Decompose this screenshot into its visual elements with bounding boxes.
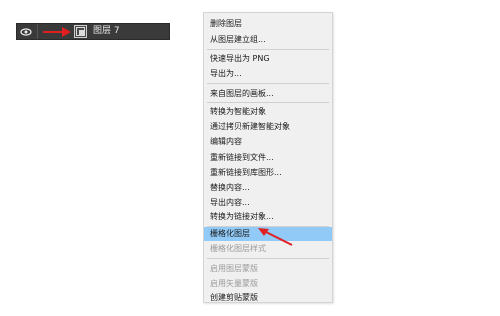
- layer-context-menu: 删除图层 从图层建立组... 快速导出为 PNG 导出为... 来自图层的画板.…: [203, 12, 333, 303]
- menu-separator: [207, 258, 329, 259]
- menu-item-quick-export-png[interactable]: 快速导出为 PNG: [204, 52, 332, 65]
- smart-object-thumbnail-icon[interactable]: [74, 25, 87, 38]
- menu-item-export-contents[interactable]: 导出内容...: [204, 196, 332, 209]
- menu-item-relink-to-library-graphic[interactable]: 重新链接到库图形...: [204, 166, 332, 179]
- menu-item-group-from-layers[interactable]: 从图层建立组...: [204, 33, 332, 46]
- annotation-arrow-icon: [258, 228, 293, 246]
- menu-item-new-smart-object-via-copy[interactable]: 通过拷贝新建智能对象: [204, 120, 332, 133]
- menu-item-enable-layer-mask: 启用图层蒙版: [210, 264, 258, 273]
- menu-item-edit-contents[interactable]: 编辑内容: [204, 135, 332, 148]
- menu-item-relink-to-file[interactable]: 重新链接到文件...: [204, 151, 332, 164]
- menu-separator: [207, 83, 329, 84]
- menu-item-delete-layer[interactable]: 删除图层: [204, 17, 332, 30]
- menu-separator: [207, 49, 329, 50]
- menu-item-convert-to-smart-object[interactable]: 转换为智能对象: [204, 105, 332, 118]
- menu-item-artboard-from-layers[interactable]: 来自图层的画板...: [204, 87, 332, 100]
- menu-item-convert-to-linked[interactable]: 转换为链接对象...: [204, 210, 332, 223]
- layer-row[interactable]: 图层 7: [16, 23, 170, 40]
- menu-item-create-clipping-mask[interactable]: 创建剪贴蒙版: [204, 291, 332, 304]
- layer-row-divider: [37, 24, 38, 39]
- menu-item-export-as[interactable]: 导出为...: [204, 67, 332, 80]
- layer-name[interactable]: 图层 7: [93, 26, 120, 37]
- menu-item-replace-contents[interactable]: 替换内容...: [204, 181, 332, 194]
- eye-icon[interactable]: [20, 27, 32, 37]
- menu-item-enable-vector-mask: 启用矢量蒙版: [210, 279, 258, 288]
- red-arrow-icon: [43, 27, 71, 37]
- menu-separator: [207, 102, 329, 103]
